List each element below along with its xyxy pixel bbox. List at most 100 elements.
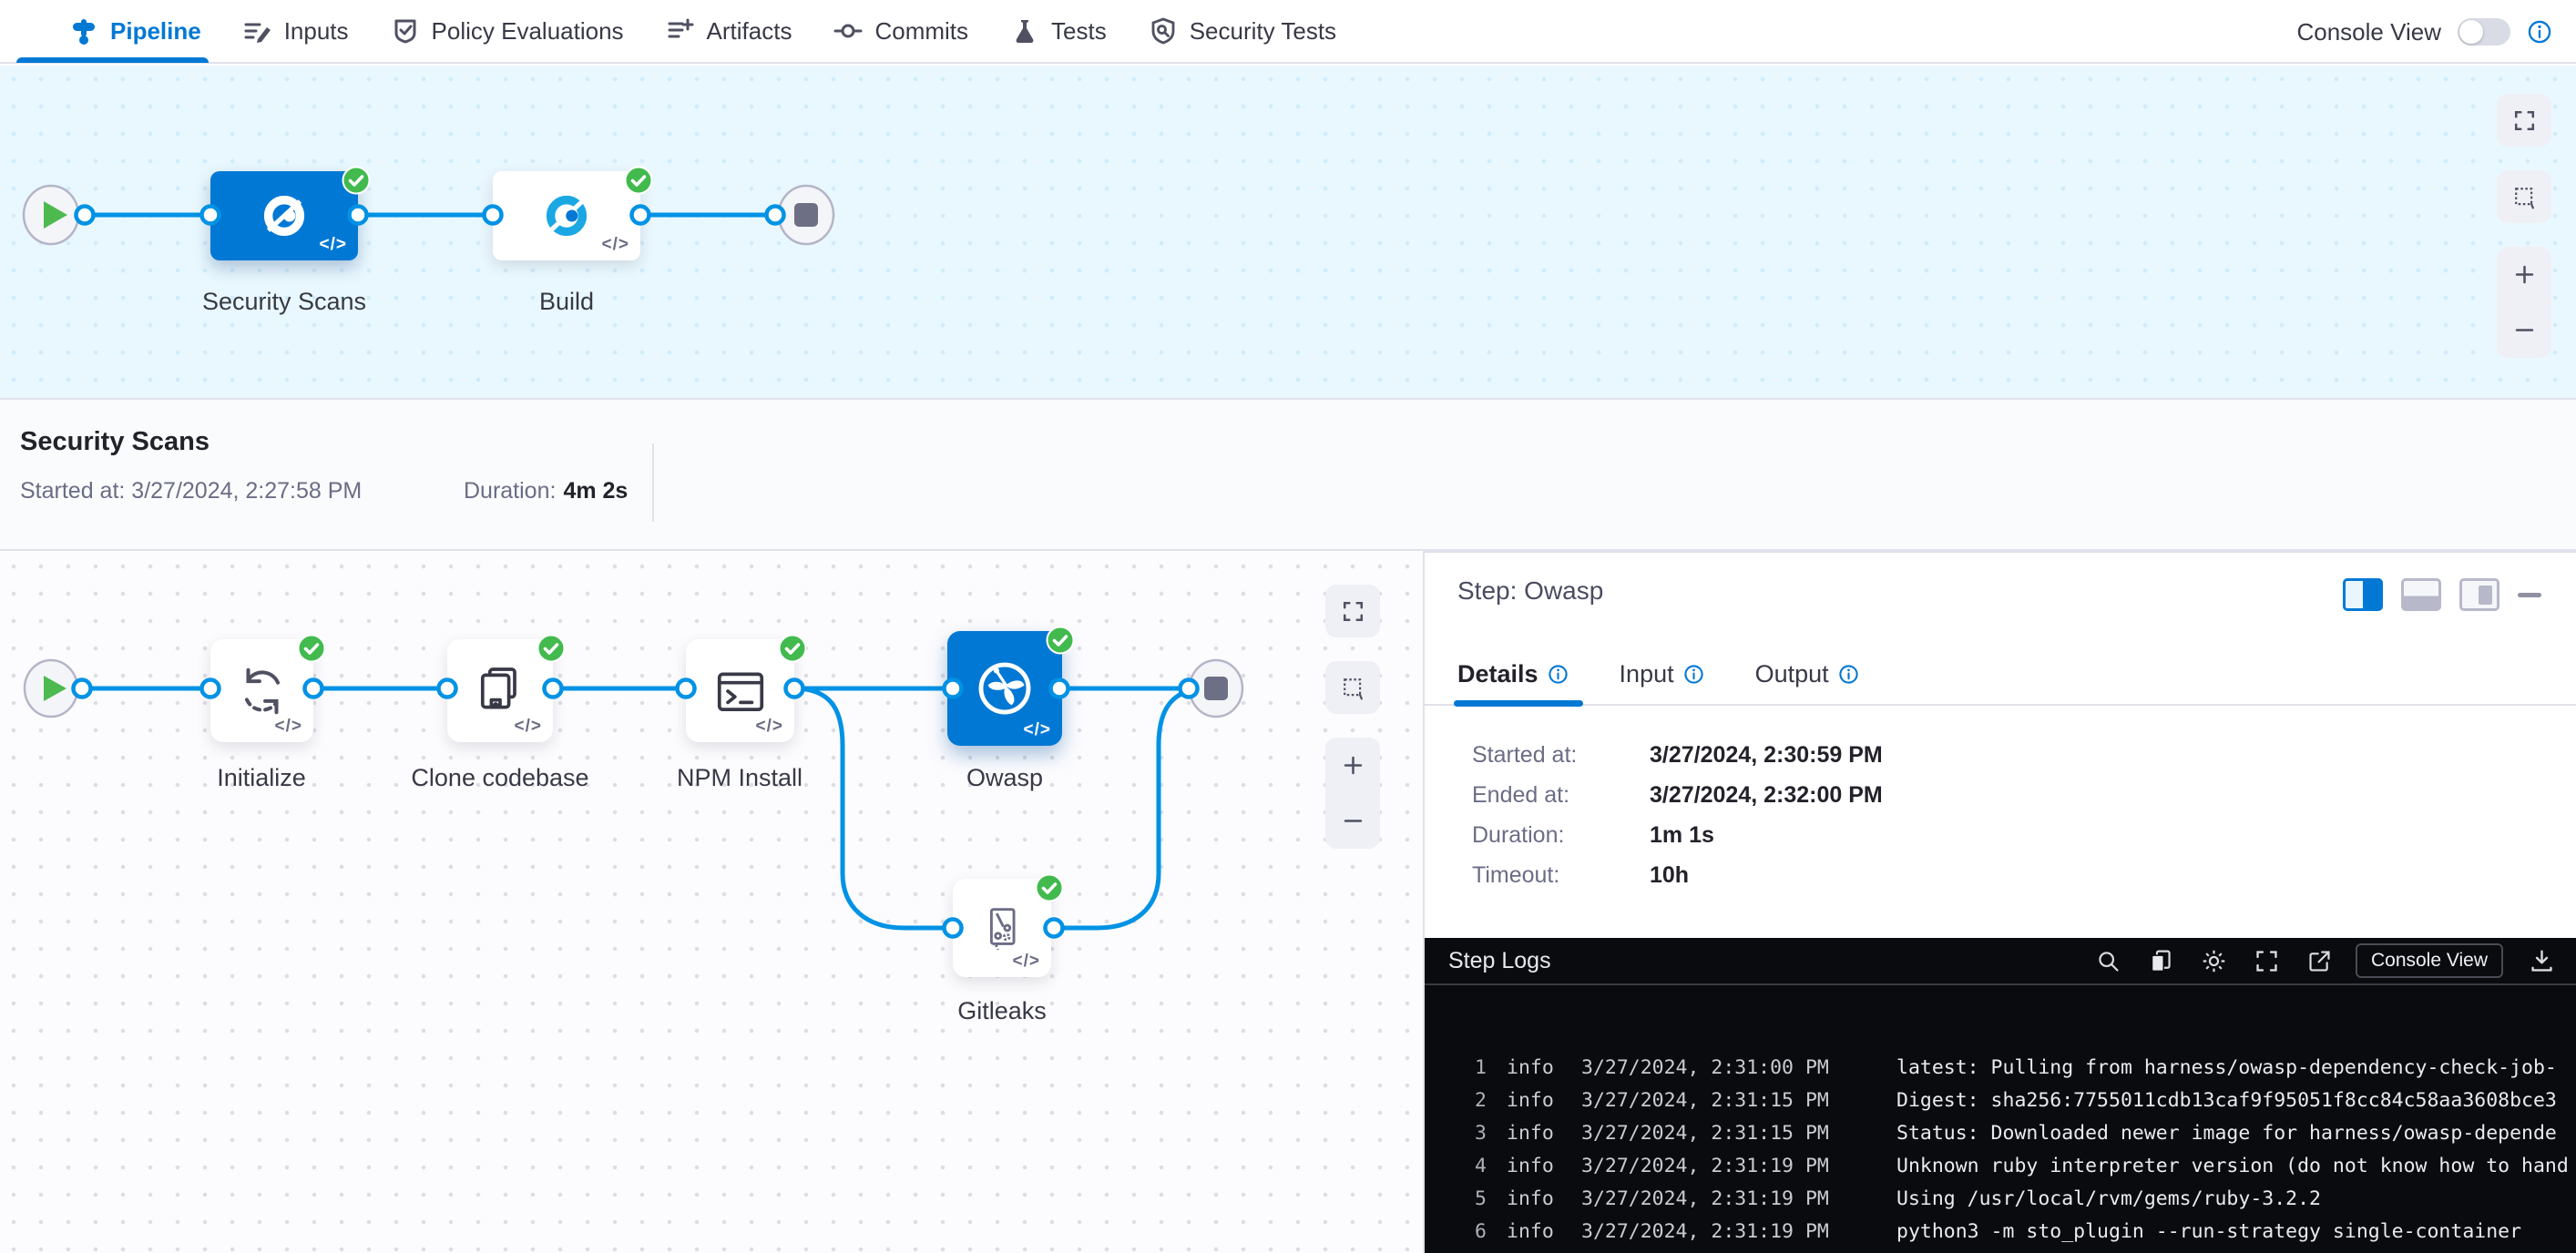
tab-label: Details — [1457, 660, 1538, 688]
step-logs-header: Step Logs Console View — [1425, 938, 2576, 985]
download-icon — [2529, 948, 2555, 974]
detail-value: 1m 1s — [1650, 822, 1714, 849]
fullscreen-button[interactable] — [2497, 94, 2551, 147]
gear-icon — [2201, 948, 2227, 974]
code-tag: </> — [320, 235, 347, 255]
build-stage-icon — [540, 189, 593, 242]
download-logs-button[interactable] — [2528, 947, 2556, 975]
initialize-sync-icon — [234, 663, 291, 719]
gitleaks-icon — [976, 902, 1028, 954]
zoom-out-button[interactable] — [1325, 796, 1380, 847]
copy-icon — [2148, 948, 2174, 974]
tab-commits[interactable]: Commits — [833, 0, 968, 63]
step-label-gitleaks[interactable]: Gitleaks — [911, 997, 1093, 1025]
log-timestamp: 3/27/2024, 2:31:19 PM — [1581, 1183, 1896, 1216]
tab-label: Policy Evaluations — [432, 17, 624, 46]
marquee-select-button[interactable] — [2497, 170, 2551, 223]
layout-bottom-button[interactable] — [2401, 578, 2441, 611]
stage-info-bar: Security Scans Started at: 3/27/2024, 2:… — [0, 398, 2576, 551]
console-view-control: Console View — [2296, 0, 2552, 64]
step-label-npm-install[interactable]: NPM Install — [649, 764, 831, 792]
detail-row: Duration:1m 1s — [1472, 815, 1883, 855]
log-settings-button[interactable] — [2200, 947, 2228, 975]
tab-tests[interactable]: Tests — [1010, 0, 1107, 63]
log-search-button[interactable] — [2094, 947, 2122, 975]
tab-policy-evaluations[interactable]: Policy Evaluations — [391, 0, 624, 63]
code-tag: </> — [1024, 720, 1051, 740]
detail-row: Ended at:3/27/2024, 2:32:00 PM — [1472, 775, 1883, 815]
console-view-button[interactable]: Console View — [2356, 943, 2503, 978]
stage-started-at: Started at: 3/27/2024, 2:27:58 PM — [20, 478, 362, 504]
zoom-out-button[interactable] — [2497, 305, 2551, 356]
step-label-owasp[interactable]: Owasp — [914, 764, 1096, 792]
stage-label-security-scans[interactable]: Security Scans — [175, 288, 394, 316]
tab-inputs[interactable]: Inputs — [243, 0, 349, 63]
info-icon — [1683, 664, 1704, 685]
tab-label: Commits — [874, 17, 968, 46]
stage-node-build[interactable]: </> — [493, 171, 640, 260]
stage-edges — [0, 66, 2576, 398]
detail-value: 10h — [1650, 862, 1689, 889]
pipeline-execution-screen: Pipeline Inputs Policy Evaluations Artif… — [0, 0, 2576, 1253]
log-lines[interactable]: 1info3/27/2024, 2:31:00 PMlatest: Pullin… — [1425, 1052, 2576, 1248]
tab-label: Input — [1620, 660, 1674, 688]
minus-icon — [1341, 809, 1365, 833]
shield-check-icon — [391, 16, 420, 46]
stage-label-build[interactable]: Build — [457, 288, 676, 316]
tab-output[interactable]: Output — [1755, 643, 1859, 705]
log-line-number: 3 — [1425, 1117, 1487, 1150]
step-details-list: Started at:3/27/2024, 2:30:59 PM Ended a… — [1472, 735, 1883, 895]
commit-icon — [833, 16, 863, 46]
top-nav: Pipeline Inputs Policy Evaluations Artif… — [0, 0, 2576, 64]
log-line: 6info3/27/2024, 2:31:19 PMpython3 -m sto… — [1425, 1216, 2576, 1248]
step-label-clone-codebase[interactable]: Clone codebase — [382, 764, 618, 792]
layout-floating-button[interactable] — [2459, 578, 2499, 611]
log-timestamp: 3/27/2024, 2:31:19 PM — [1581, 1216, 1896, 1248]
tab-details[interactable]: Details — [1457, 643, 1569, 705]
log-timestamp: 3/27/2024, 2:31:19 PM — [1581, 1150, 1896, 1183]
log-level: info — [1507, 1150, 1570, 1183]
tab-security-tests[interactable]: Security Tests — [1149, 0, 1336, 63]
stage-node-security-scans[interactable]: </> — [210, 171, 358, 260]
stage-duration: Duration:4m 2s — [464, 478, 628, 504]
fullscreen-icon — [2512, 108, 2537, 133]
zoom-in-button[interactable] — [2497, 250, 2551, 301]
step-label-initialize[interactable]: Initialize — [170, 764, 353, 792]
log-line: 2info3/27/2024, 2:31:15 PMDigest: sha256… — [1425, 1085, 2576, 1117]
open-in-new-button[interactable] — [2305, 947, 2334, 975]
step-node-initialize[interactable]: </> — [210, 639, 313, 742]
info-icon[interactable] — [2527, 19, 2552, 45]
zoom-in-button[interactable] — [1325, 740, 1380, 791]
step-node-owasp[interactable]: </> — [947, 631, 1062, 746]
layout-split-right-button[interactable] — [2343, 578, 2383, 611]
tab-label: Output — [1755, 660, 1829, 688]
fullscreen-icon — [1341, 599, 1365, 624]
code-tag: </> — [602, 235, 629, 255]
tab-pipeline[interactable]: Pipeline — [69, 0, 201, 63]
tab-input[interactable]: Input — [1620, 643, 1704, 705]
owasp-icon — [969, 653, 1040, 724]
success-badge-icon — [1035, 873, 1064, 902]
log-line-number: 5 — [1425, 1183, 1487, 1216]
inputs-icon — [243, 16, 272, 46]
log-message: Status: Downloaded newer image for harne… — [1896, 1117, 2576, 1150]
log-message: Unknown ruby interpreter version (do not… — [1896, 1150, 2576, 1183]
fullscreen-button[interactable] — [1325, 585, 1380, 637]
stage-graph-canvas[interactable]: </> </> Security Scans Build — [0, 66, 2576, 398]
console-view-toggle[interactable] — [2458, 18, 2510, 46]
minimize-panel-button[interactable] — [2518, 593, 2541, 597]
step-node-gitleaks[interactable]: </> — [953, 879, 1051, 977]
success-badge-icon — [778, 634, 807, 663]
code-tag: </> — [1013, 952, 1040, 972]
step-node-clone-codebase[interactable]: </> — [447, 639, 553, 742]
log-fullscreen-button[interactable] — [2253, 947, 2281, 975]
search-icon — [2095, 948, 2121, 974]
marquee-select-button[interactable] — [1325, 661, 1380, 714]
tab-artifacts[interactable]: Artifacts — [666, 0, 792, 63]
detail-row: Timeout:10h — [1472, 855, 1883, 895]
log-copy-button[interactable] — [2147, 947, 2175, 975]
step-node-npm-install[interactable]: </> — [686, 639, 794, 742]
list-plus-icon — [666, 16, 695, 46]
step-graph-canvas[interactable]: </> </> </> </> </> — [0, 553, 1423, 1253]
log-level: info — [1507, 1085, 1570, 1117]
